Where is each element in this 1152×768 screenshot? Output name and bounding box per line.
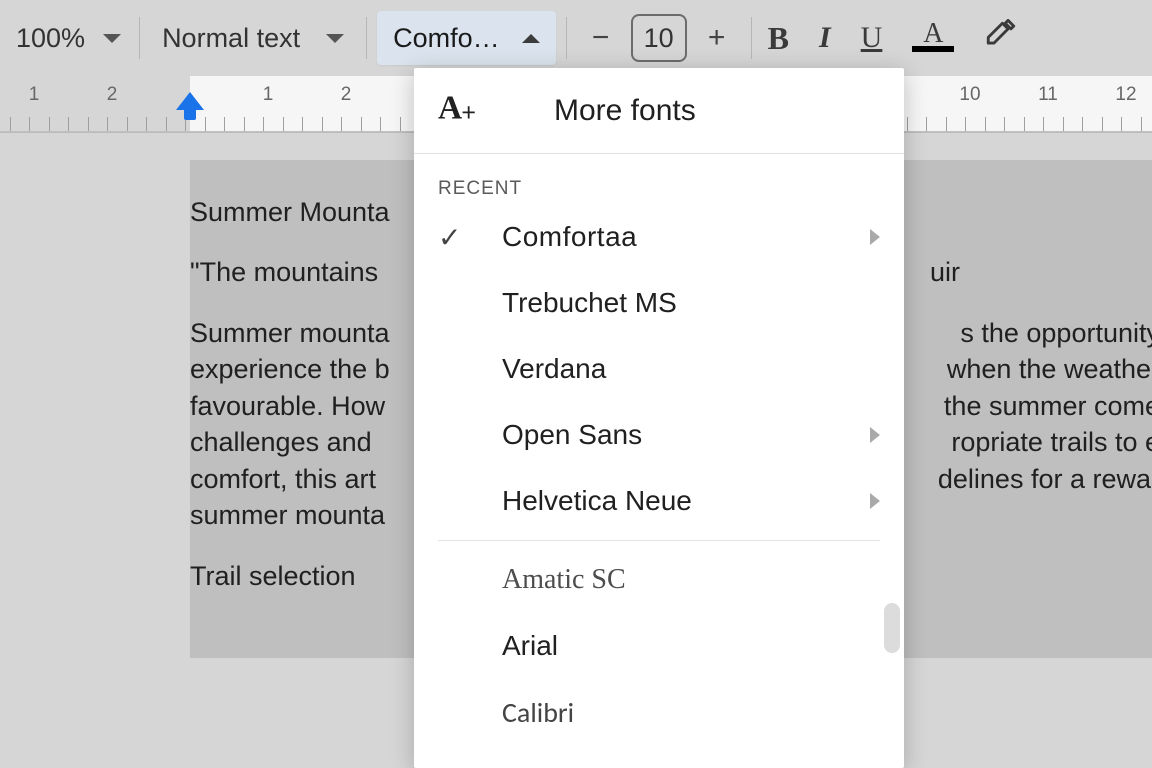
font-item-verdana[interactable]: Verdana xyxy=(414,336,904,402)
font-item-trebuchet-ms[interactable]: Trebuchet MS xyxy=(414,270,904,336)
indent-marker[interactable] xyxy=(176,92,204,120)
zoom-dropdown[interactable]: 100% xyxy=(8,13,129,63)
toolbar: 100% Normal text Comfo… − + B I U A xyxy=(0,0,1152,76)
text-format-group: B I U A xyxy=(762,19,1019,58)
caret-down-icon xyxy=(103,34,121,43)
font-item-comfortaa[interactable]: ✓ Comfortaa xyxy=(414,204,904,270)
font-item-arial[interactable]: Arial xyxy=(414,613,904,679)
separator xyxy=(139,17,140,59)
more-fonts-item[interactable]: A+ More fonts xyxy=(414,68,904,154)
submenu-arrow-icon xyxy=(870,427,880,443)
font-item-label: Calibri xyxy=(502,695,880,730)
font-item-label: Comfortaa xyxy=(502,221,834,253)
font-item-label: Trebuchet MS xyxy=(502,287,880,319)
bold-button[interactable]: B xyxy=(768,20,789,57)
menu-separator xyxy=(438,540,880,541)
font-family-value: Comfo… xyxy=(393,23,500,54)
highlighter-icon xyxy=(984,19,1018,53)
recent-header: RECENT xyxy=(414,154,904,204)
font-item-label: Helvetica Neue xyxy=(502,485,834,517)
ruler-number: 10 xyxy=(959,84,980,106)
add-font-icon: A+ xyxy=(438,87,478,134)
check-icon: ✓ xyxy=(438,221,466,254)
paragraph-style-dropdown[interactable]: Normal text xyxy=(150,23,356,54)
scrollbar-thumb[interactable] xyxy=(884,603,900,653)
paragraph-style-value: Normal text xyxy=(162,23,300,54)
highlighter-button[interactable] xyxy=(984,19,1018,58)
caret-down-icon xyxy=(326,34,344,43)
font-item-label: Verdana xyxy=(502,353,880,385)
svg-text:A: A xyxy=(438,90,462,127)
font-item-amatic-sc[interactable]: Amatic SC xyxy=(414,547,904,613)
submenu-arrow-icon xyxy=(870,493,880,509)
submenu-arrow-icon xyxy=(870,229,880,245)
font-item-label: Open Sans xyxy=(502,419,834,451)
separator xyxy=(566,17,567,59)
font-size-group: − + xyxy=(577,14,741,62)
text-color-glyph: A xyxy=(923,24,943,44)
font-item-calibri[interactable]: Calibri xyxy=(414,679,904,745)
separator xyxy=(751,17,752,59)
ruler-number: 12 xyxy=(1115,84,1136,106)
font-dropdown-menu: A+ More fonts RECENT ✓ Comfortaa Trebuchet… xyxy=(414,68,904,768)
ruler-number: 1 xyxy=(263,84,274,106)
zoom-value: 100% xyxy=(16,23,85,54)
font-item-label: Arial xyxy=(502,630,880,662)
text-color-button[interactable]: A xyxy=(912,24,954,52)
text-color-swatch xyxy=(912,46,954,52)
italic-button[interactable]: I xyxy=(819,21,831,55)
font-item-label: Amatic SC xyxy=(502,564,880,596)
ruler-number: 1 xyxy=(29,84,40,106)
font-family-dropdown[interactable]: Comfo… xyxy=(377,11,556,65)
more-fonts-label: More fonts xyxy=(554,94,880,128)
font-size-input[interactable] xyxy=(631,14,687,62)
font-item-open-sans[interactable]: Open Sans xyxy=(414,402,904,468)
decrease-font-size-button[interactable]: − xyxy=(583,21,619,55)
font-item-helvetica-neue[interactable]: Helvetica Neue xyxy=(414,468,904,534)
ruler-number: 2 xyxy=(341,84,352,106)
caret-up-icon xyxy=(522,34,540,43)
ruler-number: 11 xyxy=(1038,84,1058,106)
ruler-number: 2 xyxy=(107,84,118,106)
increase-font-size-button[interactable]: + xyxy=(699,21,735,55)
svg-text:+: + xyxy=(461,98,476,126)
separator xyxy=(366,17,367,59)
underline-button[interactable]: U xyxy=(861,21,883,55)
